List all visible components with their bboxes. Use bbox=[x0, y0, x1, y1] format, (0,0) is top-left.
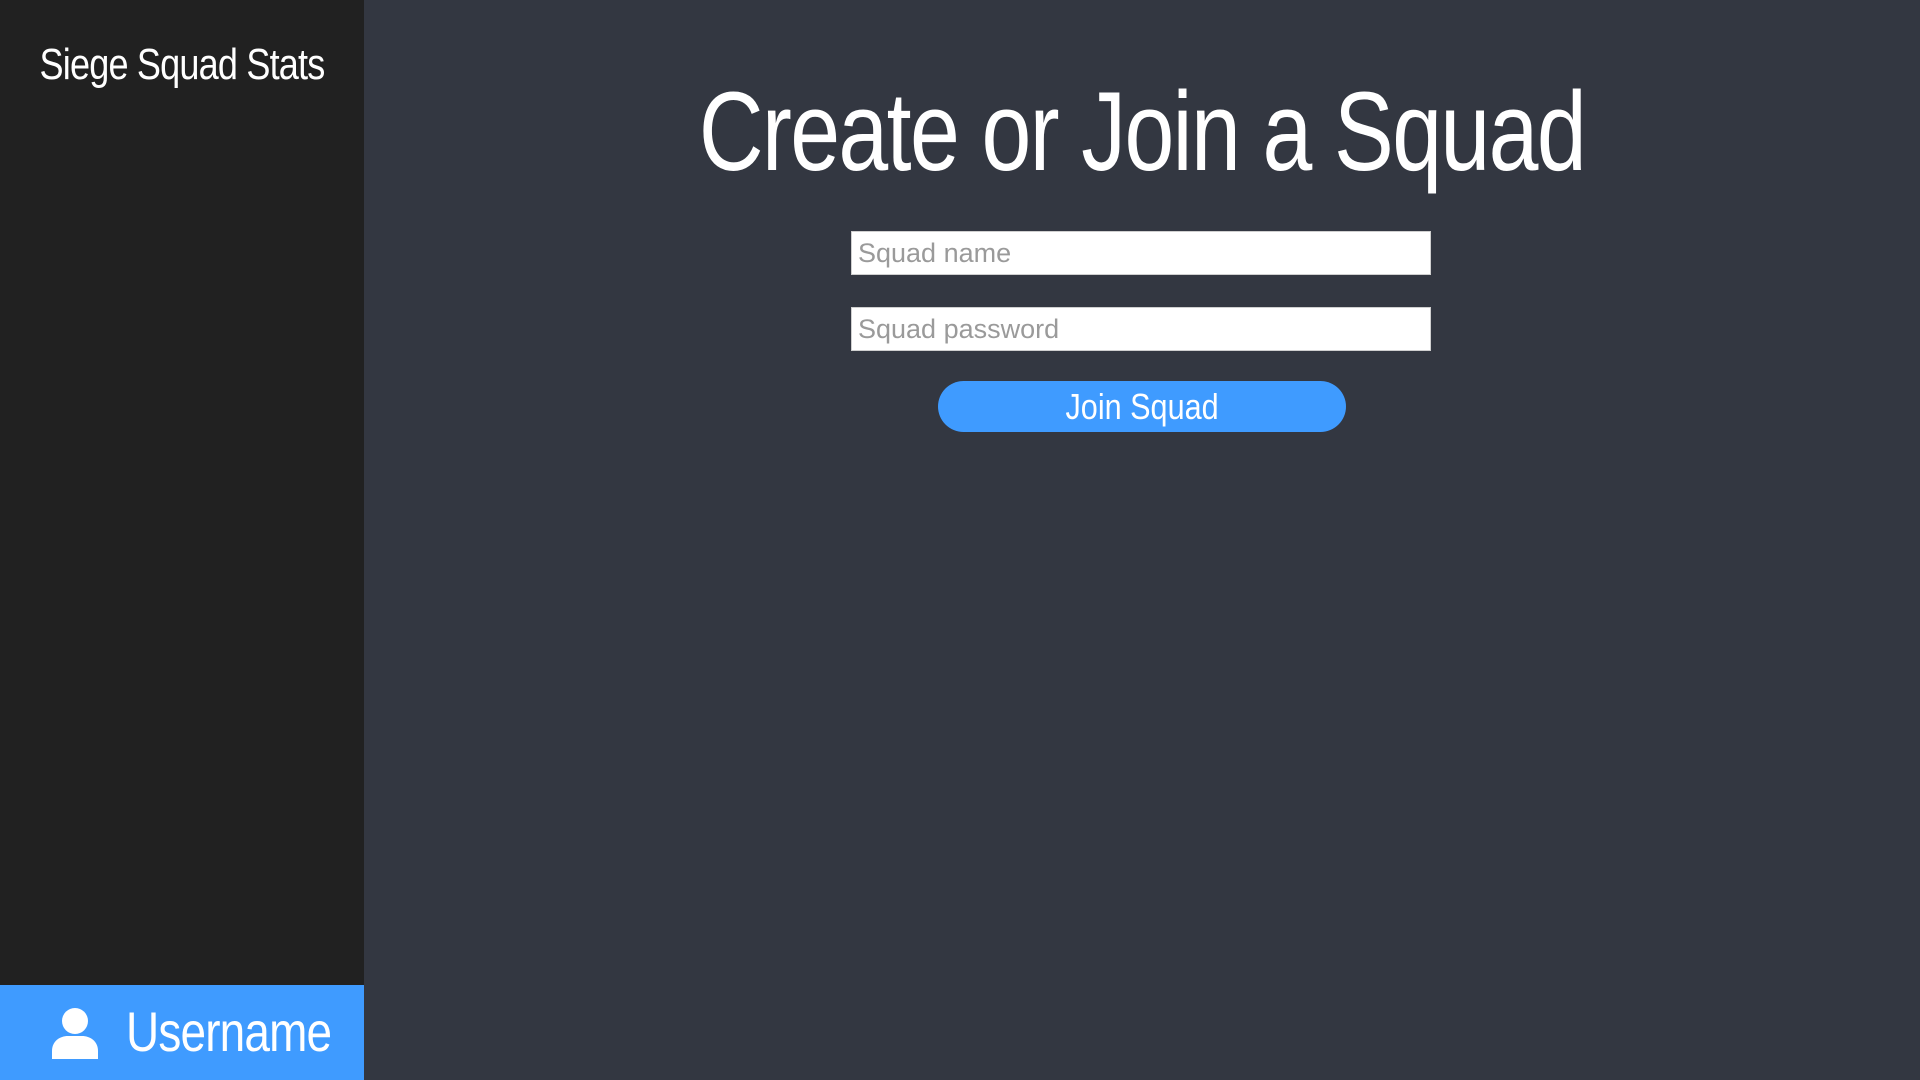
app-window: Siege Squad Stats Username Create or Joi… bbox=[0, 0, 1920, 1080]
squad-name-input[interactable] bbox=[851, 231, 1431, 275]
username-label: Username bbox=[126, 1000, 332, 1063]
user-icon bbox=[52, 1007, 98, 1059]
join-squad-button-label: Join Squad bbox=[1065, 385, 1219, 427]
page-title: Create or Join a Squad bbox=[698, 69, 1587, 194]
sidebar: Siege Squad Stats Username bbox=[0, 0, 364, 1080]
user-profile-button[interactable]: Username bbox=[0, 985, 364, 1080]
app-title: Siege Squad Stats bbox=[39, 40, 326, 89]
join-squad-button[interactable]: Join Squad bbox=[938, 381, 1346, 432]
squad-password-input[interactable] bbox=[851, 307, 1431, 351]
main-content: Create or Join a Squad Join Squad bbox=[364, 0, 1920, 1080]
